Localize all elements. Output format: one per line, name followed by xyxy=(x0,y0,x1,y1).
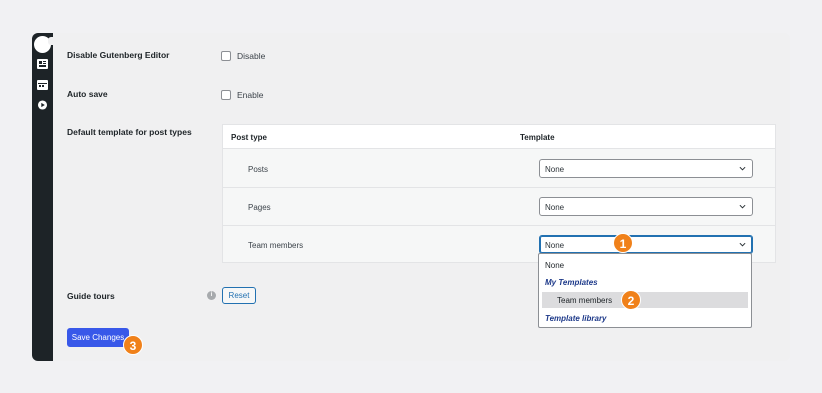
gutenberg-checkbox-label: Disable xyxy=(237,51,266,61)
column-header-template: Template xyxy=(520,133,555,142)
select-value: None xyxy=(545,241,565,250)
post-type-name: Pages xyxy=(248,203,271,212)
autosave-checkbox[interactable] xyxy=(221,90,231,100)
autosave-checkbox-row[interactable]: Enable xyxy=(221,90,263,100)
info-icon[interactable]: i xyxy=(207,291,216,300)
post-type-name: Team members xyxy=(248,241,304,250)
gutenberg-checkbox-row[interactable]: Disable xyxy=(221,51,265,61)
chevron-down-icon xyxy=(739,166,746,171)
autosave-checkbox-label: Enable xyxy=(237,90,264,100)
template-select-team-members[interactable]: None xyxy=(539,235,753,254)
table-row: Pages None xyxy=(223,188,775,226)
table-row: Posts None xyxy=(223,150,775,188)
logo-notch xyxy=(48,37,54,45)
select-value: None xyxy=(545,165,565,174)
step-badge-2: 2 xyxy=(621,290,641,310)
play-icon[interactable] xyxy=(37,100,48,110)
dashboard-icon[interactable] xyxy=(37,59,48,69)
gutenberg-checkbox[interactable] xyxy=(221,51,231,61)
guide-tours-label: Guide tours xyxy=(67,291,115,301)
post-type-template-table: Post type Template Posts None Pages None… xyxy=(222,124,776,263)
template-select-posts[interactable]: None xyxy=(539,159,753,178)
template-select-pages[interactable]: None xyxy=(539,197,753,216)
calendar-icon[interactable] xyxy=(37,80,48,90)
dropdown-option-team-members[interactable]: Team members xyxy=(557,296,612,305)
column-header-post-type: Post type xyxy=(231,133,268,142)
template-dropdown-list: None My Templates Team members Template … xyxy=(538,253,752,328)
dropdown-option-none[interactable]: None xyxy=(545,261,564,270)
autosave-setting-label: Auto save xyxy=(67,89,108,99)
dropdown-group-my-templates: My Templates xyxy=(545,278,598,287)
reset-tours-button[interactable]: Reset xyxy=(222,287,256,304)
step-badge-1: 1 xyxy=(613,233,633,253)
chevron-down-icon xyxy=(739,242,746,247)
select-value: None xyxy=(545,203,565,212)
admin-sidebar xyxy=(32,33,54,361)
default-template-label: Default template for post types xyxy=(67,127,192,137)
dropdown-group-template-library: Template library xyxy=(545,314,607,323)
post-type-name: Posts xyxy=(248,165,269,174)
chevron-down-icon xyxy=(739,204,746,209)
gutenberg-setting-label: Disable Gutenberg Editor xyxy=(67,50,170,60)
save-changes-button[interactable]: Save Changes xyxy=(67,328,129,347)
step-badge-3: 3 xyxy=(123,335,143,355)
table-header: Post type Template xyxy=(223,125,775,149)
